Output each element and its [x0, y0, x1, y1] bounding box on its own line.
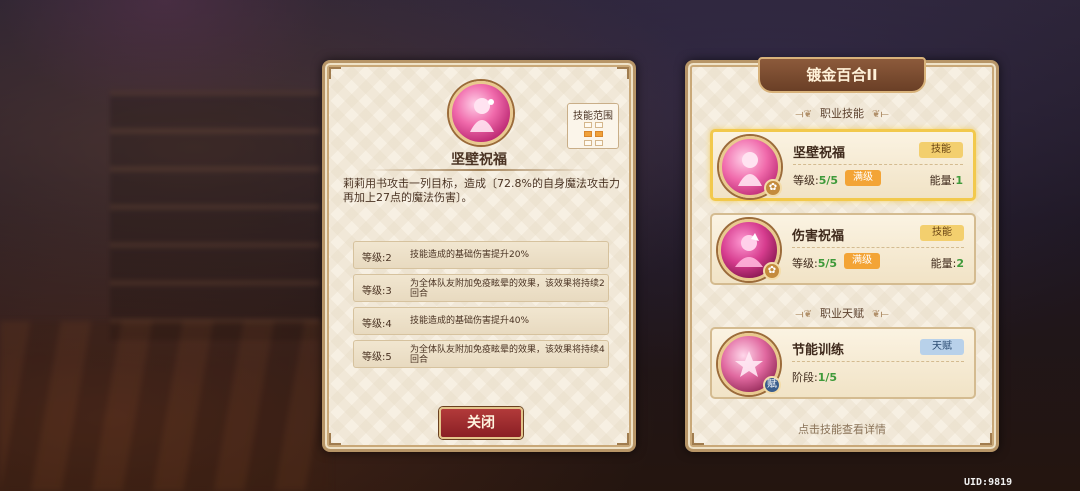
max-level-badge: 满级 — [844, 253, 880, 269]
skills-section-title: ⟞❦ 职业技能 ❦⟝ — [688, 105, 996, 121]
panel-corner — [617, 67, 629, 79]
background-floor — [0, 321, 330, 491]
talent-stage: 阶段:1/5 — [792, 369, 837, 385]
level-effect: 技能造成的基础伤害提升20% — [410, 250, 530, 260]
skill-title: 坚壁祝福 — [451, 152, 507, 168]
skill-energy: 能量:1 — [930, 172, 963, 188]
skill-name: 伤害祝福 — [792, 229, 845, 244]
ornament-icon: ❦⟝ — [872, 309, 889, 320]
talent-section-label: 职业天赋 — [820, 307, 864, 320]
ornament-icon: ⟞❦ — [795, 309, 812, 320]
skill-description: 莉莉用书攻击一列目标，造成〔72.8%的自身魔法攻击力再加上27点的魔法伤害〕。 — [343, 177, 620, 204]
level-label: 等级:5 — [362, 352, 392, 363]
level-caption: 等级: — [792, 257, 818, 270]
user-id-label: UID:9819 — [964, 477, 1013, 488]
card-divider — [793, 164, 963, 165]
talent-section-title: ⟞❦ 职业天赋 ❦⟝ — [688, 305, 996, 321]
class-skills-panel: 镀金百合II ⟞❦ 职业技能 ❦⟝ ✿ 坚壁祝福 技能 等级:5/5 满级 能量:1… — [685, 57, 999, 452]
skill-tag: 技能 — [920, 225, 964, 241]
range-cell — [584, 140, 592, 146]
level-effect: 为全体队友附加免疫眩晕的效果，该效果将持续4回合 — [410, 345, 605, 365]
talent-tag: 天赋 — [920, 339, 964, 355]
level-row: 等级:4 技能造成的基础伤害提升40% — [353, 307, 609, 335]
skill-type-badge-icon: ✿ — [764, 179, 782, 197]
background-bookshelf — [110, 90, 320, 340]
level-row: 等级:2 技能造成的基础伤害提升20% — [353, 241, 609, 269]
max-level-badge: 满级 — [845, 170, 881, 186]
range-cell-active — [584, 131, 592, 137]
skill-card-damage-blessing[interactable]: ✿ 伤害祝福 技能 等级:5/5 满级 能量:2 — [710, 213, 976, 285]
level-value: 5/5 — [817, 257, 838, 270]
fortress-blessing-icon: ✿ — [719, 136, 782, 198]
skill-card-fortress-blessing[interactable]: ✿ 坚壁祝福 技能 等级:5/5 满级 能量:1 — [710, 129, 976, 201]
skill-name: 坚壁祝福 — [793, 146, 846, 161]
level-label: 等级:2 — [362, 253, 392, 264]
ornament-icon: ⟞❦ — [795, 109, 812, 120]
damage-blessing-icon: ✿ — [718, 219, 781, 281]
skill-level: 等级:5/5 — [792, 255, 837, 271]
close-button[interactable]: 关闭 — [439, 407, 523, 439]
level-effect: 为全体队友附加免疫眩晕的效果，该效果将持续2回合 — [410, 279, 605, 299]
card-divider — [792, 247, 964, 248]
skill-range-grid — [584, 122, 603, 146]
range-cell-active — [595, 131, 603, 137]
skill-tag: 技能 — [919, 142, 963, 158]
level-row: 等级:5 为全体队友附加免疫眩晕的效果，该效果将持续4回合 — [353, 340, 609, 368]
level-label: 等级:3 — [362, 286, 392, 297]
card-divider — [792, 361, 964, 362]
skill-detail-panel: 坚壁祝福 技能范围 莉莉用书攻击一列目标，造成〔72.8%的自身魔法攻击力再加上… — [322, 60, 636, 452]
ornament-icon: ❦⟝ — [872, 109, 889, 120]
level-value: 5/5 — [818, 174, 839, 187]
level-effect: 技能造成的基础伤害提升40% — [410, 316, 530, 326]
level-label: 等级:4 — [362, 319, 392, 330]
energy-value: 1 — [955, 174, 963, 187]
skill-range-label: 技能范围 — [573, 111, 613, 122]
skill-energy: 能量:2 — [931, 255, 964, 271]
panel-corner — [329, 67, 341, 79]
skill-type-badge-icon: ✿ — [763, 262, 781, 280]
level-row: 等级:3 为全体队友附加免疫眩晕的效果，该效果将持续2回合 — [353, 274, 609, 302]
talent-card-energy-training[interactable]: 赋 节能训练 天赋 阶段:1/5 — [710, 327, 976, 399]
title-divider — [365, 169, 593, 171]
energy-value: 2 — [956, 257, 964, 270]
range-cell — [595, 140, 603, 146]
energy-caption: 能量: — [930, 257, 957, 270]
talent-name: 节能训练 — [792, 343, 845, 358]
range-cell — [595, 122, 603, 128]
details-hint: 点击技能查看详情 — [798, 423, 886, 436]
level-upgrade-list: 等级:2 技能造成的基础伤害提升20% 等级:3 为全体队友附加免疫眩晕的效果，… — [353, 241, 609, 373]
class-title: 镀金百合II — [758, 57, 926, 93]
stage-caption: 阶段: — [792, 371, 818, 384]
range-cell — [584, 122, 592, 128]
skill-portrait-icon — [449, 81, 513, 145]
stage-value: 1/5 — [817, 371, 838, 384]
level-caption: 等级: — [793, 174, 819, 187]
panel-corner — [329, 433, 341, 445]
panel-corner — [617, 433, 629, 445]
skills-section-label: 职业技能 — [820, 107, 864, 120]
talent-badge-icon: 赋 — [763, 376, 781, 394]
skill-range-indicator: 技能范围 — [567, 103, 619, 149]
skill-level: 等级:5/5 — [793, 172, 838, 188]
energy-training-icon: 赋 — [718, 333, 781, 395]
energy-caption: 能量: — [929, 174, 956, 187]
